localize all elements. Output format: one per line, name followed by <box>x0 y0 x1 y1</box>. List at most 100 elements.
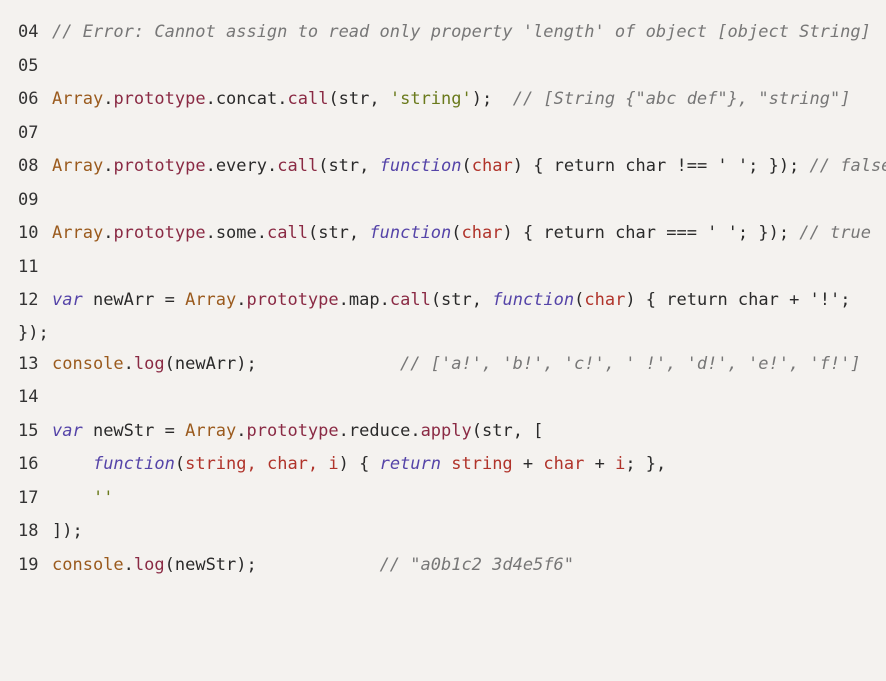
code-text: . <box>267 156 278 176</box>
code-text: newArr = <box>82 290 186 310</box>
line-number: 13 <box>18 353 39 374</box>
object-name: Array <box>185 290 237 310</box>
code-line: 10 Array.prototype.some.call(str, functio… <box>18 217 878 251</box>
code-line: 18]); <box>18 515 878 549</box>
line-number: 17 <box>18 487 39 508</box>
code-line: 16 function(string, char, i) { return st… <box>18 448 878 482</box>
code-listing: 04 // Error: Cannot assign to read only p… <box>18 16 886 583</box>
code-text: newStr = <box>82 420 186 441</box>
property-name: call <box>277 156 319 176</box>
code-comment: // false <box>809 156 886 176</box>
line-number: 16 <box>18 454 39 474</box>
code-line: 06 Array.prototype.concat.call(str, 'stri… <box>18 83 878 117</box>
code-text: . <box>256 223 268 243</box>
property-name: call <box>389 290 431 310</box>
code-text: concat <box>215 89 278 109</box>
object-name: Array <box>52 223 104 243</box>
parameter: i <box>615 454 626 474</box>
code-line: 11 <box>18 251 878 285</box>
keyword: function <box>369 223 452 243</box>
string-literal: 'string' <box>389 89 472 109</box>
code-line: 09 <box>18 184 878 218</box>
code-line: 08 Array.prototype.every.call(str, functi… <box>18 150 886 184</box>
object-name: Array <box>185 420 237 441</box>
parameter: char <box>471 156 513 176</box>
line-number: 06 <box>18 89 39 109</box>
property-name: call <box>287 89 329 109</box>
line-number: 05 <box>18 55 39 76</box>
string-literal: '' <box>92 487 114 508</box>
property-name: prototype <box>113 89 206 109</box>
code-text: (newArr); <box>164 353 401 374</box>
code-line: 15 var newStr = Array.prototype.reduce.ap… <box>18 415 878 449</box>
code-text: ); <box>471 89 513 109</box>
code-text: . <box>410 420 421 441</box>
property-name: call <box>267 223 308 243</box>
code-text: . <box>338 290 349 310</box>
code-line: 13 console.log(newArr); // ['a!', 'b!', '… <box>18 348 878 382</box>
code-text: some <box>215 223 257 243</box>
code-text: . <box>123 353 134 374</box>
line-number: 08 <box>18 156 39 176</box>
line-number: 10 <box>18 223 39 243</box>
code-text: . <box>236 290 247 310</box>
line-number: 07 <box>18 122 39 143</box>
line-number: 12 <box>18 290 39 310</box>
code-text: (str, [ <box>471 420 544 441</box>
code-line: 19 console.log(newStr); // "a0b1c2 3d4e5f… <box>18 549 878 583</box>
code-line: 14 <box>18 381 878 415</box>
property-name: prototype <box>246 420 339 441</box>
property-name: prototype <box>113 223 206 243</box>
code-text: ( <box>451 223 462 243</box>
code-line: }); <box>18 318 878 348</box>
code-text: ]); <box>52 521 83 541</box>
code-text: . <box>205 156 216 176</box>
code-text: ( <box>174 454 186 474</box>
object-name: console <box>52 353 124 374</box>
code-text: ) { return char !== ' '; }); <box>512 156 810 176</box>
code-text: every <box>215 156 267 176</box>
code-text: ) { <box>338 454 380 474</box>
parameter: string <box>451 454 513 474</box>
parameter: char <box>461 223 503 243</box>
code-text: reduce <box>348 420 411 441</box>
code-comment: // true <box>799 223 871 243</box>
code-line: 04 // Error: Cannot assign to read only p… <box>18 16 878 50</box>
code-line: 07 <box>18 117 878 151</box>
property-name: log <box>133 353 165 374</box>
code-text: . <box>103 89 114 109</box>
code-text: ( <box>574 290 585 310</box>
code-text: . <box>123 554 134 575</box>
code-text: (str, <box>307 223 370 243</box>
code-text: . <box>338 420 349 441</box>
property-name: prototype <box>113 156 206 176</box>
line-number: 18 <box>18 521 39 541</box>
code-comment: // [String {"abc def"}, "string"] <box>512 89 851 109</box>
object-name: console <box>52 554 124 575</box>
keyword: function <box>92 454 175 474</box>
code-text: ( <box>461 156 472 176</box>
code-text: + <box>512 454 544 474</box>
line-number: 11 <box>18 256 39 277</box>
code-comment: // "a0b1c2 3d4e5f6" <box>379 554 575 575</box>
code-text: (str, <box>430 290 493 310</box>
code-text: (str, <box>328 89 390 109</box>
line-number: 14 <box>18 387 39 407</box>
code-text: (str, <box>318 156 380 176</box>
code-text: ) { return char === ' '; }); <box>502 223 800 243</box>
code-text: + <box>584 454 616 474</box>
keyword: function <box>492 290 575 310</box>
parameter: char <box>584 290 626 310</box>
line-number: 19 <box>18 554 39 575</box>
parameter: string, char, i <box>185 454 339 474</box>
code-text: . <box>379 290 390 310</box>
code-text: . <box>236 420 247 441</box>
code-text: . <box>103 223 114 243</box>
code-text: . <box>205 223 216 243</box>
code-text: . <box>277 89 288 109</box>
keyword: var <box>52 290 83 310</box>
property-name: prototype <box>246 290 339 310</box>
